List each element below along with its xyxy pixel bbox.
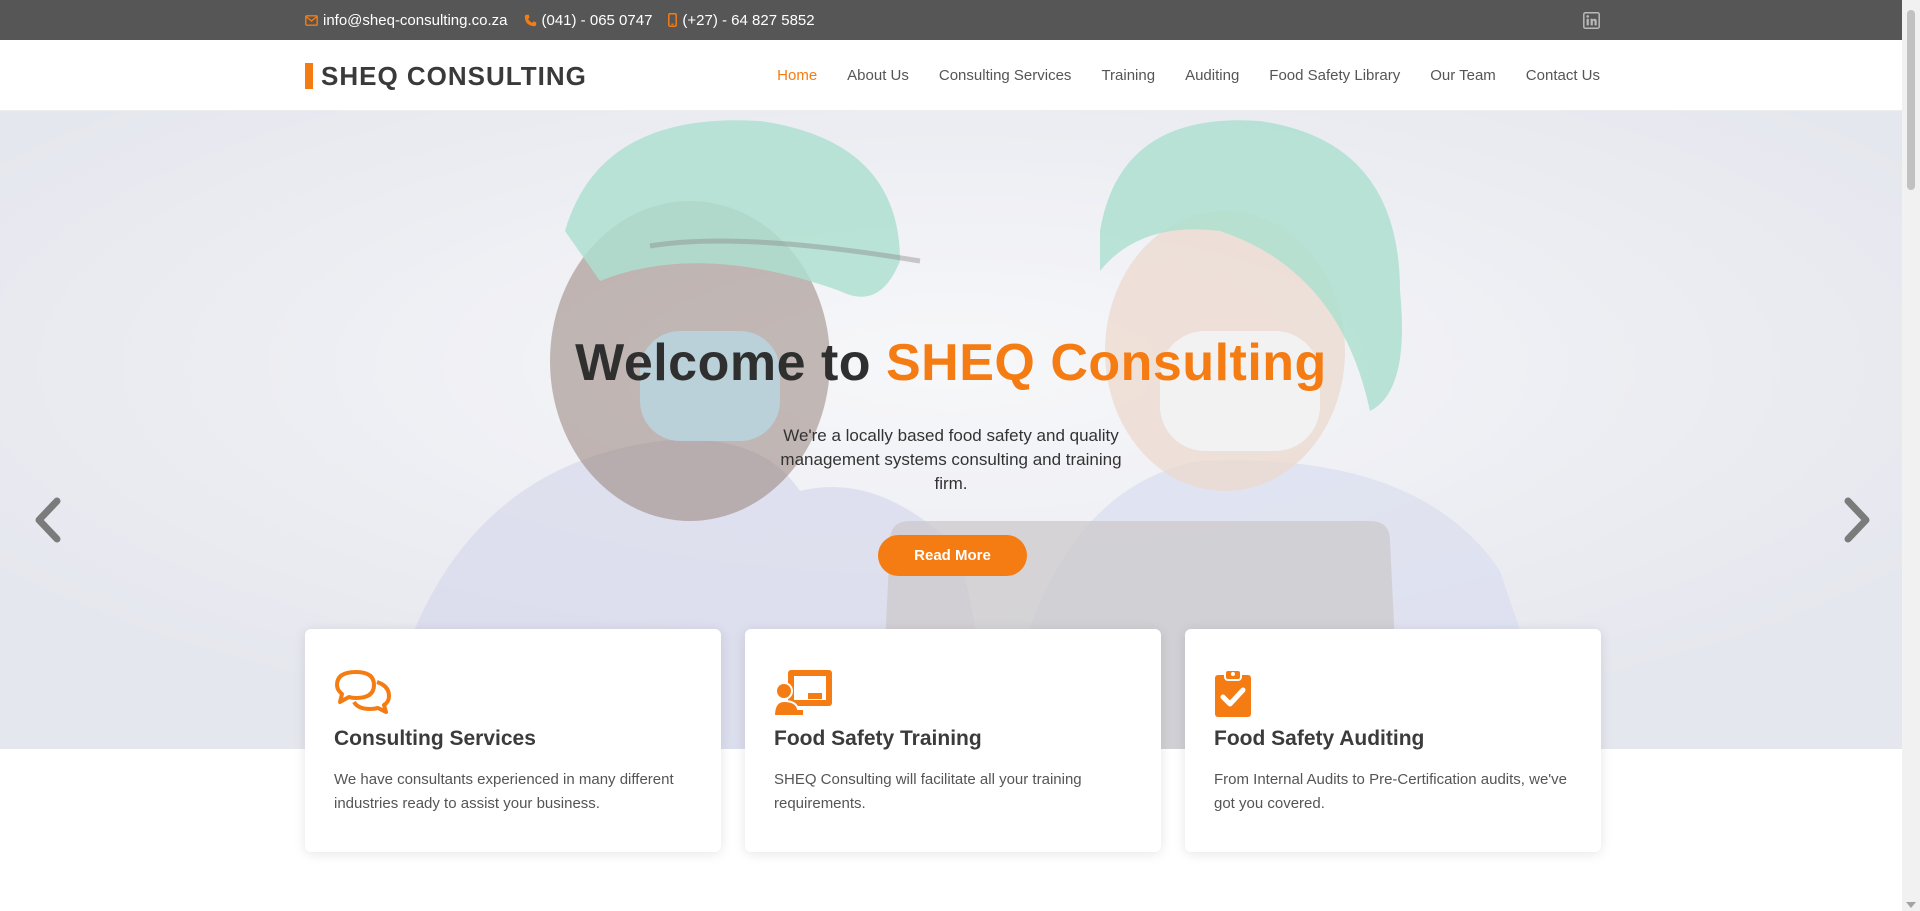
card-food-safety-training[interactable]: Food Safety Training SHEQ Consulting wil… bbox=[745, 629, 1161, 852]
mobile-text: (+27) - 64 827 5852 bbox=[682, 11, 815, 29]
main-nav: Home About Us Consulting Services Traini… bbox=[777, 40, 1600, 111]
linkedin-icon[interactable] bbox=[1583, 12, 1600, 29]
phone-link[interactable]: (041) - 065 0747 bbox=[524, 11, 653, 29]
phone-icon bbox=[524, 14, 537, 27]
chat-bubbles-icon bbox=[334, 669, 394, 717]
mobile-link[interactable]: (+27) - 64 827 5852 bbox=[668, 11, 815, 29]
card-text: From Internal Audits to Pre-Certificatio… bbox=[1214, 771, 1568, 812]
card-title: Food Safety Auditing bbox=[1214, 727, 1425, 750]
feature-cards: Consulting Services We have consultants … bbox=[305, 629, 1601, 852]
nav-food-safety-library[interactable]: Food Safety Library bbox=[1269, 67, 1400, 84]
hero-title-accent: SHEQ Consulting bbox=[886, 334, 1327, 392]
nav-training[interactable]: Training bbox=[1101, 67, 1155, 84]
hero-lead: We're a locally based food safety and qu… bbox=[780, 426, 1122, 493]
nav-consulting-services[interactable]: Consulting Services bbox=[939, 67, 1072, 84]
card-title: Food Safety Training bbox=[774, 727, 982, 750]
site-header: SHEQ CONSULTING Home About Us Consulting… bbox=[0, 40, 1902, 111]
scrollbar-thumb[interactable] bbox=[1907, 10, 1915, 190]
logo-text: SHEQ CONSULTING bbox=[321, 60, 587, 91]
card-food-safety-auditing[interactable]: Food Safety Auditing From Internal Audit… bbox=[1185, 629, 1601, 852]
scroll-down-arrow-icon[interactable] bbox=[1906, 902, 1916, 908]
read-more-button[interactable]: Read More bbox=[878, 535, 1027, 576]
mobile-icon bbox=[668, 13, 678, 27]
hero-title-prefix: Welcome to bbox=[575, 334, 886, 392]
slider-next-arrow-icon[interactable] bbox=[1840, 497, 1874, 543]
email-text: info@sheq-consulting.co.za bbox=[323, 11, 508, 29]
email-link[interactable]: info@sheq-consulting.co.za bbox=[305, 12, 508, 29]
phone-text: (041) - 065 0747 bbox=[541, 11, 653, 29]
logo[interactable]: SHEQ CONSULTING bbox=[305, 60, 587, 91]
page-scrollbar[interactable] bbox=[1902, 0, 1920, 911]
top-bar: info@sheq-consulting.co.za (041) - 065 0… bbox=[0, 0, 1902, 40]
nav-about-us[interactable]: About Us bbox=[847, 67, 909, 84]
nav-home[interactable]: Home bbox=[777, 67, 817, 84]
card-consulting-services[interactable]: Consulting Services We have consultants … bbox=[305, 629, 721, 852]
envelope-icon bbox=[305, 14, 318, 26]
card-text: SHEQ Consulting will facilitate all your… bbox=[774, 771, 1082, 812]
clipboard-check-icon bbox=[1214, 669, 1274, 717]
nav-contact-us[interactable]: Contact Us bbox=[1526, 67, 1600, 84]
page: info@sheq-consulting.co.za (041) - 065 0… bbox=[0, 0, 1920, 911]
hero-title: Welcome to SHEQ Consulting bbox=[0, 333, 1902, 393]
nav-our-team[interactable]: Our Team bbox=[1430, 67, 1496, 84]
logo-bar bbox=[305, 63, 313, 89]
nav-auditing[interactable]: Auditing bbox=[1185, 67, 1239, 84]
slider-prev-arrow-icon[interactable] bbox=[31, 497, 65, 543]
contact-info: info@sheq-consulting.co.za (041) - 065 0… bbox=[305, 0, 815, 40]
card-title: Consulting Services bbox=[334, 727, 536, 750]
card-text: We have consultants experienced in many … bbox=[334, 771, 674, 812]
presenter-board-icon bbox=[772, 669, 834, 717]
